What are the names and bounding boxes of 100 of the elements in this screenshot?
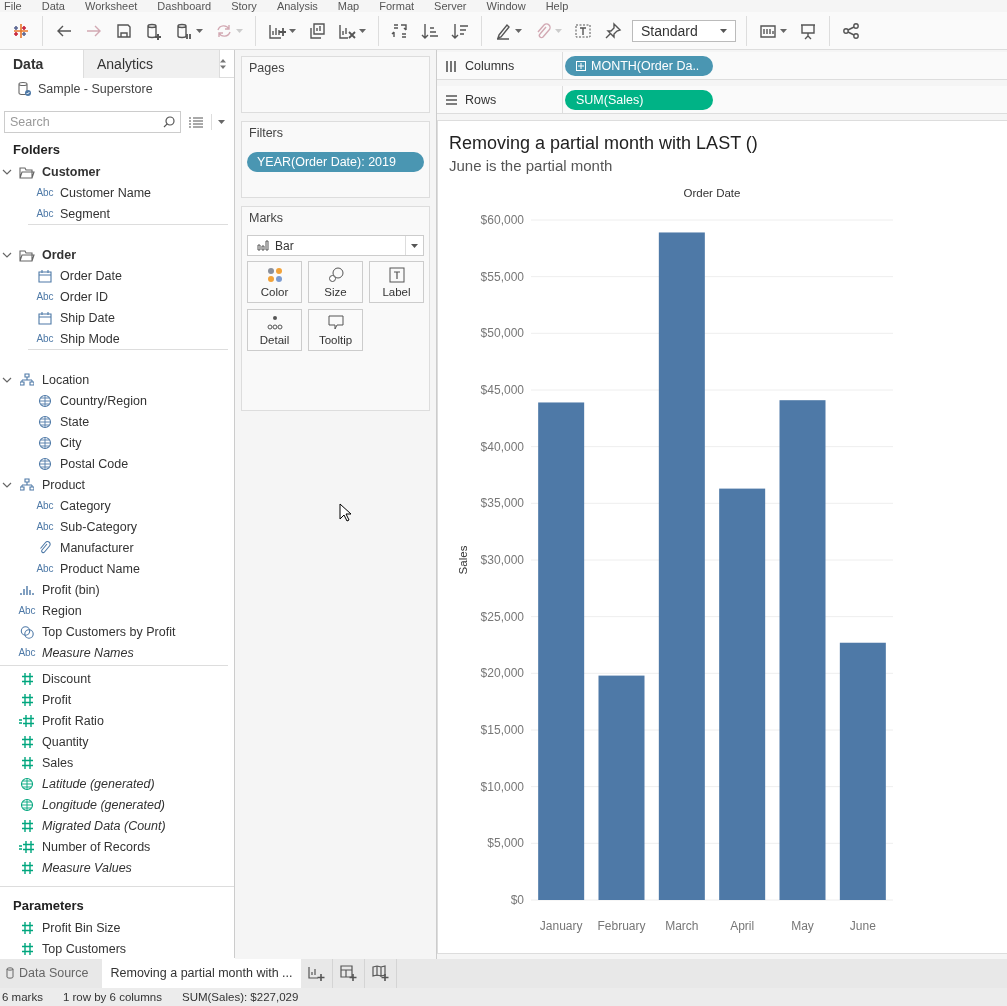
- field-item[interactable]: Top Customers by Profit: [40, 624, 176, 639]
- field-item[interactable]: City: [58, 435, 82, 450]
- field-item[interactable]: Profit Bin Size: [40, 920, 121, 935]
- duplicate-sheet-icon[interactable]: [308, 21, 326, 40]
- number-sign-icon: [20, 920, 34, 935]
- caret-icon: [720, 28, 727, 33]
- field-item[interactable]: Order Date: [58, 268, 122, 283]
- swap-icon[interactable]: [391, 21, 409, 40]
- pin-icon[interactable]: [604, 21, 622, 40]
- add-database-icon[interactable]: [145, 21, 163, 40]
- status-text: 1 row by 6 columns: [62, 991, 162, 1003]
- search-field[interactable]: Search: [4, 111, 181, 133]
- new-worksheet-icon[interactable]: [307, 964, 325, 982]
- pause-database-icon[interactable]: [175, 21, 193, 40]
- menu-item[interactable]: Server: [434, 0, 467, 12]
- field-item[interactable]: State: [58, 414, 90, 429]
- menu-item[interactable]: Map: [337, 0, 360, 12]
- sort-ascending-icon[interactable]: [421, 21, 439, 40]
- sheet-tab[interactable]: Removing a partial month with ...: [102, 958, 301, 988]
- menu-item[interactable]: Dashboard: [157, 0, 212, 12]
- chevron-icon[interactable]: [2, 375, 12, 384]
- field-item[interactable]: Location: [40, 372, 90, 387]
- calculated-number-icon: [19, 713, 35, 728]
- axis-title: Sales: [457, 545, 469, 575]
- highlighter-icon[interactable]: [494, 21, 512, 40]
- field-item[interactable]: Order: [40, 247, 77, 262]
- share-icon[interactable]: [842, 21, 860, 40]
- chevron-icon[interactable]: [2, 167, 12, 176]
- field-item[interactable]: Top Customers: [40, 941, 127, 956]
- field-item[interactable]: Migrated Data (Count): [40, 818, 166, 833]
- mark-property-button[interactable]: Color: [247, 261, 302, 303]
- field-item[interactable]: Order ID: [58, 289, 108, 304]
- menu-item[interactable]: Format: [379, 0, 415, 12]
- pane-tab[interactable]: Data: [0, 50, 84, 78]
- mark-property-button[interactable]: Tooltip: [308, 309, 363, 351]
- menu-item[interactable]: Window: [486, 0, 526, 12]
- field-item[interactable]: Product: [40, 477, 86, 492]
- logo-icon[interactable]: [12, 21, 30, 40]
- field-item[interactable]: Latitude (generated): [40, 776, 155, 791]
- mark-property-button[interactable]: Label: [369, 261, 424, 303]
- field-item[interactable]: Customer: [40, 164, 101, 179]
- menu-item[interactable]: File: [4, 0, 22, 12]
- field-item[interactable]: Product Name: [58, 561, 140, 576]
- text-type-icon: Abc: [32, 563, 58, 574]
- pane-tab[interactable]: Analytics: [84, 50, 220, 78]
- number-sign-icon: [20, 941, 34, 956]
- axis-tick-label: $5,000: [487, 836, 524, 851]
- menu-item[interactable]: Analysis: [276, 0, 318, 12]
- data-source-name[interactable]: Sample - Superstore: [38, 81, 153, 96]
- menu-item[interactable]: Data: [41, 0, 65, 12]
- field-item[interactable]: Ship Mode: [58, 331, 120, 346]
- menu-item[interactable]: Help: [545, 0, 569, 12]
- field-item[interactable]: Segment: [58, 206, 111, 221]
- field-item[interactable]: Measure Values: [40, 860, 132, 875]
- menu-item[interactable]: Worksheet: [85, 0, 138, 12]
- field-item[interactable]: Customer Name: [58, 185, 151, 200]
- view-size-dropdown[interactable]: Standard: [632, 19, 736, 42]
- field-item[interactable]: Region: [40, 603, 82, 618]
- field-item[interactable]: Postal Code: [58, 456, 129, 471]
- text-type-icon: Abc: [32, 500, 58, 511]
- hierarchy-icon: [20, 373, 34, 386]
- new-story-icon[interactable]: [371, 964, 389, 982]
- chevron-icon[interactable]: [2, 480, 12, 489]
- axis-tick-label: $45,000: [480, 383, 524, 397]
- mark-property-button[interactable]: Size: [308, 261, 363, 303]
- sort-arrows-icon: [220, 58, 226, 69]
- field-item[interactable]: Country/Region: [58, 393, 147, 408]
- menu-item[interactable]: Story: [231, 0, 257, 12]
- calculated-number-icon: [19, 839, 35, 854]
- globe-icon: [38, 414, 52, 429]
- axis-tick-label: $25,000: [480, 609, 524, 624]
- sheet-tab[interactable]: Data Source: [0, 958, 103, 988]
- field-item[interactable]: Profit Ratio: [40, 713, 104, 728]
- mark-property-button[interactable]: Detail: [247, 309, 302, 351]
- field-item[interactable]: Profit (bin): [40, 582, 100, 597]
- number-sign-icon: [20, 671, 34, 686]
- field-item[interactable]: Category: [58, 498, 111, 513]
- field-item[interactable]: Sub-Category: [58, 519, 138, 534]
- text-type-icon: Abc: [32, 521, 58, 532]
- folder-icon: [19, 164, 35, 179]
- chevron-icon[interactable]: [2, 250, 12, 259]
- set-icon: [20, 624, 34, 639]
- new-dashboard-icon[interactable]: [339, 964, 357, 982]
- field-item[interactable]: Measure Names: [40, 645, 134, 660]
- field-item[interactable]: Number of Records: [40, 839, 151, 854]
- save-icon[interactable]: [115, 21, 133, 40]
- text-type-icon: Abc: [32, 208, 58, 219]
- field-item[interactable]: Discount: [40, 671, 91, 686]
- field-item[interactable]: Longitude (generated): [40, 797, 165, 812]
- presentation-icon[interactable]: [799, 21, 817, 40]
- field-item[interactable]: Profit: [40, 692, 72, 707]
- field-item[interactable]: Manufacturer: [58, 540, 134, 555]
- caret-icon[interactable]: [218, 120, 225, 124]
- field-item[interactable]: Ship Date: [58, 310, 115, 325]
- chart-title: Removing a partial month with LAST (): [449, 133, 759, 154]
- sort-descending-icon[interactable]: [451, 21, 469, 40]
- field-item[interactable]: Sales: [40, 755, 74, 770]
- mark-type-dropdown[interactable]: Bar: [247, 235, 424, 256]
- field-item[interactable]: Quantity: [40, 734, 89, 749]
- text-label-icon[interactable]: [574, 21, 592, 40]
